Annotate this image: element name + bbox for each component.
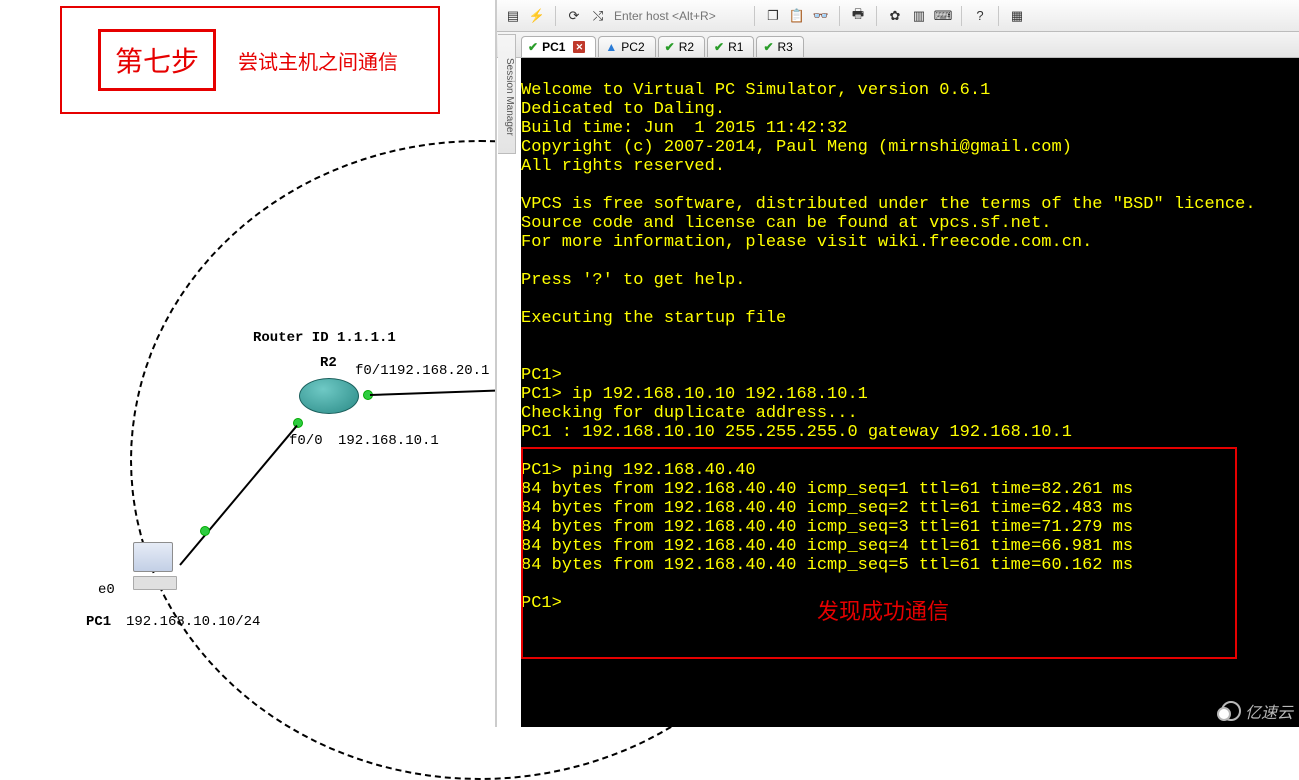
reconnect-icon[interactable]: ⟳ [566,8,582,24]
copy-icon[interactable]: ❐ [765,8,781,24]
toolbar-separator [961,6,962,26]
step-title: 第七步 [98,29,216,91]
tab-pc1[interactable]: ✔ PC1 ✕ [521,36,596,57]
warning-icon: ▲ [605,40,617,54]
options-icon[interactable]: ✿ [887,8,903,24]
toolbar: ▤ ⚡ ⟳ ⤭ ❐ 📋 👓 🖶 ✿ ▥ ⌨ ? ▦ [497,0,1299,32]
quick-connect-icon[interactable]: ⚡ [529,8,545,24]
pc1-label: PC1 [86,614,111,630]
toggle-sidebar-icon[interactable]: ▤ [505,8,521,24]
tab-label: PC2 [621,40,644,54]
tab-r2[interactable]: ✔ R2 [658,36,705,57]
pc1-device[interactable] [133,542,177,594]
topology-pane: 第七步 尝试主机之间通信 Router ID 1.1.1.1 R2 f0/119… [0,0,494,727]
tab-label: PC1 [542,40,565,54]
check-icon: ✔ [714,40,724,54]
pc1-port-dot [200,526,210,536]
ping-result-highlight-box [521,447,1237,659]
tab-r1[interactable]: ✔ R1 [707,36,754,57]
print-icon[interactable]: 🖶 [850,8,866,24]
pc1-ip: 192.168.10.10/24 [126,614,260,630]
r2-f01-label: f0/1192.168.20.1 [355,363,489,379]
toolbar-separator [876,6,877,26]
r2-f00-label: f0/0 [289,433,323,449]
network-topology: Router ID 1.1.1.1 R2 f0/1192.168.20.1 f0… [0,150,494,710]
script-icon[interactable]: ▦ [1009,8,1025,24]
watermark-icon [1221,701,1241,721]
toolbar-separator [555,6,556,26]
success-annotation: 发现成功通信 [817,594,949,626]
check-icon: ✔ [665,40,675,54]
terminal-app-pane: ▤ ⚡ ⟳ ⤭ ❐ 📋 👓 🖶 ✿ ▥ ⌨ ? ▦ Session Manage… [495,0,1299,727]
check-icon: ✔ [763,40,773,54]
toolbar-separator [754,6,755,26]
find-icon[interactable]: 👓 [813,8,829,24]
reconnect-all-icon[interactable]: ⤭ [590,8,606,24]
router-r2[interactable] [299,378,359,414]
pc1-iface-label: e0 [98,582,115,598]
step-description: 尝试主机之间通信 [238,46,398,75]
toolbar-separator [839,6,840,26]
close-icon[interactable]: ✕ [573,41,585,53]
session-manager-tab[interactable]: Session Manager [498,34,516,154]
router-id-label: Router ID 1.1.1.1 [253,330,396,346]
host-input[interactable] [614,9,744,23]
pc1-screen-icon [133,542,173,572]
tab-pc2[interactable]: ▲ PC2 [598,36,655,57]
tab-label: R1 [728,40,743,54]
tab-label: R3 [778,40,793,54]
pc1-base-icon [133,576,177,590]
watermark-text: 亿速云 [1245,699,1293,723]
tab-label: R2 [679,40,694,54]
session-options-icon[interactable]: ▥ [911,8,927,24]
tab-r3[interactable]: ✔ R3 [756,36,803,57]
r2-f00-ip: 192.168.10.1 [338,433,439,449]
keyboard-icon[interactable]: ⌨ [935,8,951,24]
watermark: 亿速云 [1221,699,1293,723]
session-tabbar: ✔ PC1 ✕ ▲ PC2 ✔ R2 ✔ R1 ✔ R3 [497,32,1299,58]
r2-label: R2 [320,355,337,371]
toolbar-separator [998,6,999,26]
check-icon: ✔ [528,40,538,54]
step-annotation-box: 第七步 尝试主机之间通信 [60,6,440,114]
help-icon[interactable]: ? [972,8,988,24]
paste-icon[interactable]: 📋 [789,8,805,24]
